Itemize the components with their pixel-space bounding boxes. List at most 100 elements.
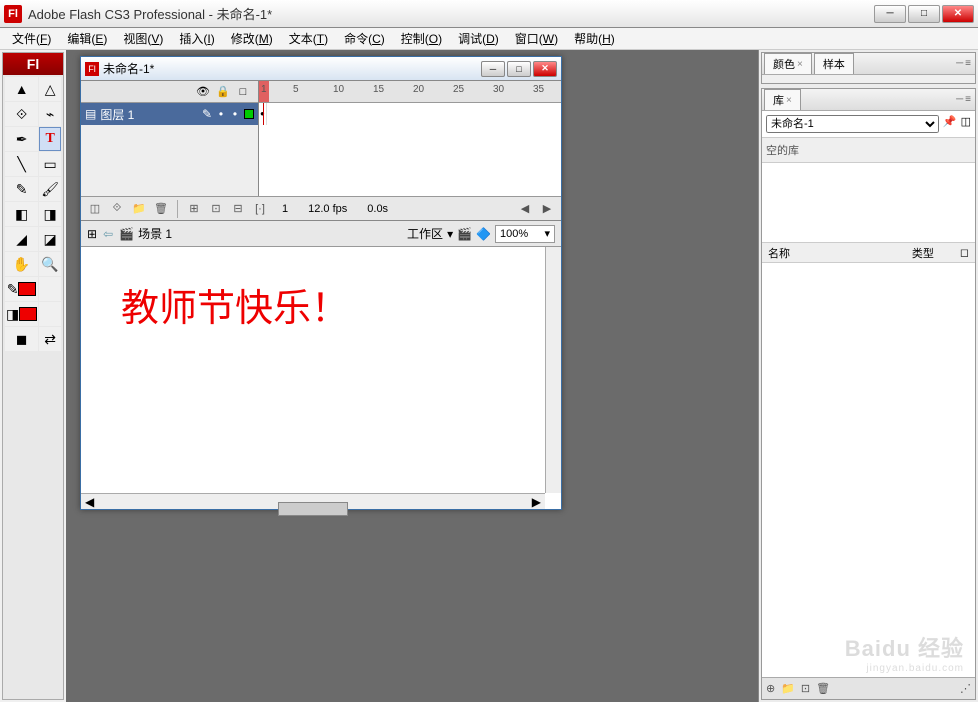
new-folder-button[interactable]: 📁 <box>131 201 147 217</box>
fill-color[interactable]: ◨ <box>5 302 38 326</box>
library-document-select[interactable]: 未命名-1 <box>766 115 939 133</box>
new-motion-button[interactable]: ⟐ <box>109 201 125 217</box>
resize-handle-icon[interactable]: ⋰ <box>960 682 971 695</box>
pencil-tool[interactable]: ✎ <box>5 177 38 201</box>
black-white-tool[interactable]: ◼ <box>5 327 38 351</box>
menu-e[interactable]: 编辑(E) <box>59 28 115 49</box>
col-sort-icon[interactable]: ◻ <box>960 246 969 259</box>
menu-d[interactable]: 调试(D) <box>450 28 507 49</box>
scene-bar: ⊞ ⇦ 🎬 场景 1 工作区 ▾ 🎬 🔷 100%▾ <box>81 221 561 247</box>
new-folder-button[interactable]: 📁 <box>781 682 795 695</box>
scroll-right-icon[interactable]: ▶ <box>528 495 545 509</box>
maximize-button[interactable]: □ <box>908 5 940 23</box>
subselection-tool[interactable]: △ <box>39 77 61 101</box>
text-tool[interactable]: T <box>39 127 61 151</box>
onion-skin-button[interactable]: ⊡ <box>208 201 224 217</box>
vertical-scrollbar[interactable] <box>545 247 561 493</box>
line-tool[interactable]: ╲ <box>5 152 38 176</box>
scroll-right-button[interactable]: ▶ <box>539 201 555 217</box>
panel-menu-icon[interactable]: ≡ <box>965 58 971 69</box>
col-type[interactable]: 类型 <box>912 245 960 261</box>
tab-color[interactable]: 颜色× <box>764 53 812 74</box>
center-frame-button[interactable]: ⊞ <box>186 201 202 217</box>
lasso-tool[interactable]: ⌁ <box>39 102 61 126</box>
panel-menu-icon[interactable]: ≡ <box>965 94 971 105</box>
swap-colors-tool[interactable]: ⇄ <box>39 327 61 351</box>
stage-text[interactable]: 教师节快乐！ <box>121 277 521 332</box>
doc-close-button[interactable]: ✕ <box>533 61 557 77</box>
edit-symbol-button[interactable]: 🔷 <box>476 227 491 241</box>
menu-w[interactable]: 窗口(W) <box>507 28 566 49</box>
close-icon[interactable]: × <box>786 95 792 106</box>
back-button[interactable]: ⇦ <box>103 227 113 241</box>
timeline-frames[interactable]: 1 5 10 15 20 25 30 35 <box>259 81 561 196</box>
timeline-footer: ◫ ⟐ 📁 🗑 ⊞ ⊡ ⊟ [·] 1 12.0 fps 0.0s ◀ ▶ <box>81 196 561 220</box>
properties-button[interactable]: ⊡ <box>801 682 810 695</box>
rectangle-tool[interactable]: ▭ <box>39 152 61 176</box>
new-symbol-button[interactable]: ⊕ <box>766 682 775 695</box>
zoom-select[interactable]: 100%▾ <box>495 225 555 243</box>
edit-scene-button[interactable]: 🎬 <box>457 227 472 241</box>
minimize-button[interactable]: ─ <box>874 5 906 23</box>
panel-collapse-icon[interactable]: ─ <box>956 58 963 69</box>
library-preview <box>762 163 975 243</box>
close-icon[interactable]: × <box>797 59 803 70</box>
menu-i[interactable]: 插入(I) <box>171 28 222 49</box>
menu-c[interactable]: 命令(C) <box>336 28 393 49</box>
outline-icon[interactable]: □ <box>236 86 250 98</box>
zoom-tool[interactable]: 🔍 <box>39 252 61 276</box>
brush-tool[interactable]: 🖌 <box>39 177 61 201</box>
scroll-thumb[interactable] <box>278 502 348 516</box>
paint-bucket-tool[interactable]: ◨ <box>39 202 61 226</box>
doc-maximize-button[interactable]: □ <box>507 61 531 77</box>
new-layer-button[interactable]: ◫ <box>87 201 103 217</box>
new-library-icon[interactable]: ◫ <box>961 115 971 133</box>
layer-row[interactable]: ▤ 图层 1 ✎ • • <box>81 103 258 125</box>
horizontal-scrollbar[interactable]: ◀ ▶ <box>81 493 545 509</box>
menu-m[interactable]: 修改(M) <box>223 28 281 49</box>
scroll-left-icon[interactable]: ◀ <box>81 495 98 509</box>
doc-minimize-button[interactable]: ─ <box>481 61 505 77</box>
frame-row[interactable] <box>259 103 561 125</box>
tab-swatch[interactable]: 样本 <box>814 53 854 74</box>
eyedropper-tool[interactable]: ◢ <box>5 227 38 251</box>
center-area: Fl 未命名-1* ─ □ ✕ 👁 🔒 □ ▤ <box>66 50 758 702</box>
selection-tool[interactable]: ▲ <box>5 77 38 101</box>
lock-icon[interactable]: 🔒 <box>216 85 230 98</box>
workarea-dropdown[interactable]: ▾ <box>447 227 453 241</box>
delete-layer-button[interactable]: 🗑 <box>153 201 169 217</box>
onion-outline-button[interactable]: ⊟ <box>230 201 246 217</box>
edit-multiple-button[interactable]: [·] <box>252 201 268 217</box>
eraser-tool[interactable]: ◪ <box>39 227 61 251</box>
eye-icon[interactable]: 👁 <box>196 85 210 98</box>
scroll-left-button[interactable]: ◀ <box>517 201 533 217</box>
free-transform-tool[interactable]: ⟐ <box>5 102 38 126</box>
timeline-toggle-icon[interactable]: ⊞ <box>87 227 97 241</box>
stage-area[interactable]: 教师节快乐！ <box>81 247 561 509</box>
menu-v[interactable]: 视图(V) <box>115 28 171 49</box>
panel-collapse-icon[interactable]: ─ <box>956 94 963 105</box>
ruler-num: 15 <box>373 84 384 95</box>
layer-header: 👁 🔒 □ <box>81 81 258 103</box>
stroke-color[interactable]: ✎ <box>5 277 38 301</box>
pen-tool[interactable]: ✒ <box>5 127 38 151</box>
window-title: Adobe Flash CS3 Professional - 未命名-1* <box>28 4 872 23</box>
hand-tool[interactable]: ✋ <box>5 252 38 276</box>
pin-icon[interactable]: 📌 <box>943 115 957 133</box>
workspace: Fl ▲ △ ⟐ ⌁ ✒ T ╲ ▭ ✎ 🖌 ◧ ◨ ◢ ◪ ✋ 🔍 ✎ ◨ ◼… <box>0 50 978 702</box>
scene-name[interactable]: 场景 1 <box>138 225 172 242</box>
col-name[interactable]: 名称 <box>768 245 912 261</box>
tab-library[interactable]: 库× <box>764 89 801 110</box>
outline-swatch[interactable] <box>244 109 254 119</box>
menu-h[interactable]: 帮助(H) <box>566 28 623 49</box>
library-list[interactable] <box>762 263 975 677</box>
menu-t[interactable]: 文本(T) <box>281 28 336 49</box>
eye-dot[interactable]: • <box>216 107 226 121</box>
frame-ruler[interactable]: 1 5 10 15 20 25 30 35 <box>259 81 561 103</box>
ink-bottle-tool[interactable]: ◧ <box>5 202 38 226</box>
delete-button[interactable]: 🗑 <box>816 682 830 695</box>
close-button[interactable]: ✕ <box>942 5 974 23</box>
lock-dot[interactable]: • <box>230 107 240 121</box>
menu-o[interactable]: 控制(O) <box>393 28 450 49</box>
menu-f[interactable]: 文件(F) <box>4 28 59 49</box>
